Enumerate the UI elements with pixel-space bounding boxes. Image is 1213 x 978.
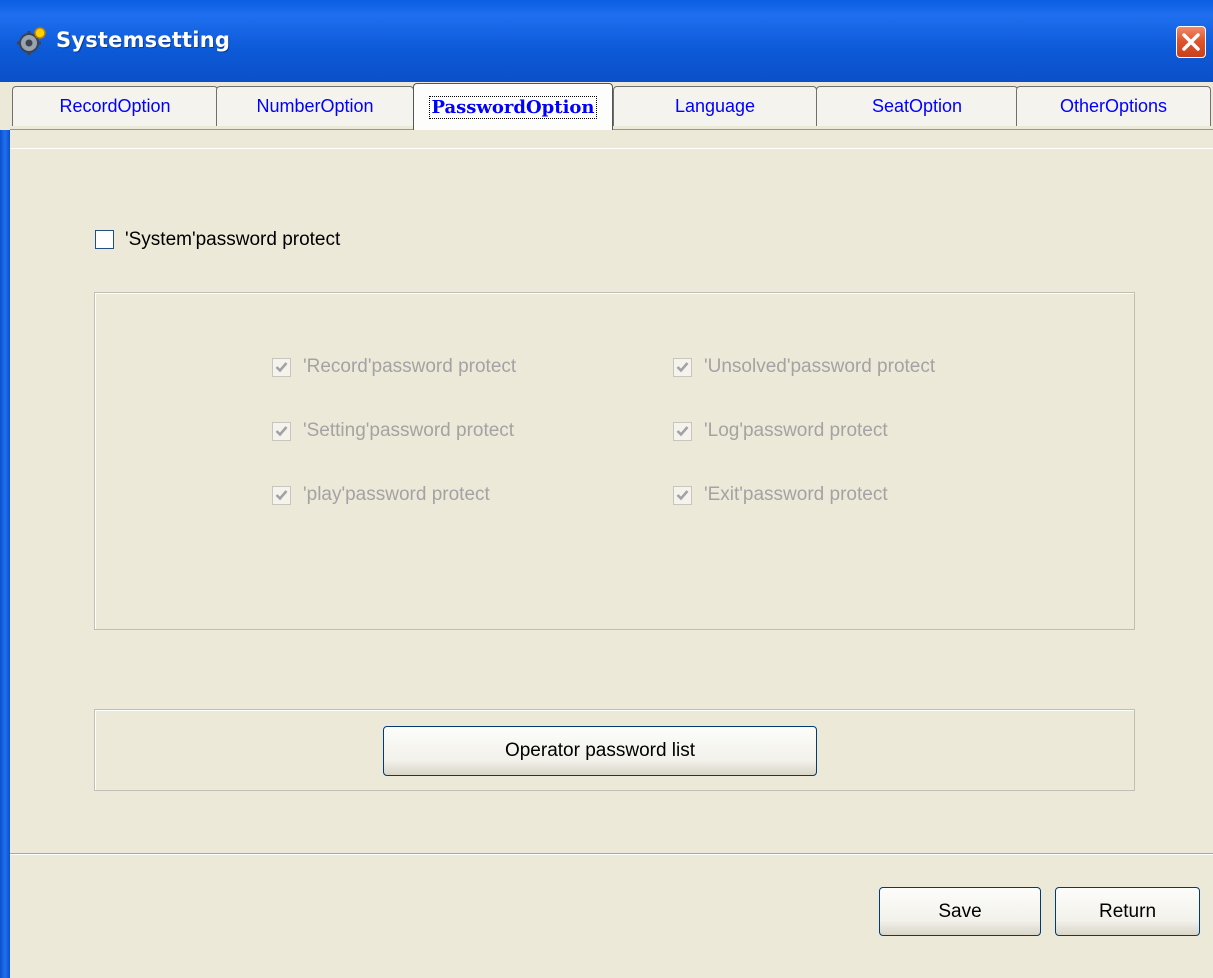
protect-options-group (94, 292, 1135, 630)
exit-protect-label: 'Exit'password protect (704, 484, 888, 505)
unsolved-protect-label: 'Unsolved'password protect (704, 356, 936, 377)
tab-seat-option[interactable]: SeatOption (816, 86, 1018, 126)
gear-icon (16, 26, 46, 56)
tab-label: RecordOption (59, 96, 171, 116)
check-icon (676, 490, 689, 501)
tab-label: Language (674, 96, 756, 116)
system-protect-label: 'System'password protect (125, 229, 341, 250)
footer-separator (10, 853, 1213, 855)
unsolved-protect-checkbox[interactable] (673, 358, 692, 377)
window-left-frame (0, 82, 10, 978)
return-button[interactable]: Return (1055, 887, 1200, 936)
log-protect-label: 'Log'password protect (704, 420, 888, 441)
tab-number-option[interactable]: NumberOption (216, 86, 414, 126)
save-button[interactable]: Save (879, 887, 1041, 936)
check-icon (676, 362, 689, 373)
record-protect-checkbox[interactable] (272, 358, 291, 377)
tab-record-option[interactable]: RecordOption (12, 86, 218, 126)
tab-label: PasswordOption (429, 95, 597, 119)
play-protect-checkbox[interactable] (272, 486, 291, 505)
check-icon (275, 426, 288, 437)
play-protect-label: 'play'password protect (303, 484, 490, 505)
log-protect-checkbox[interactable] (673, 422, 692, 441)
tab-label: SeatOption (871, 96, 963, 116)
close-icon (1182, 33, 1200, 51)
tab-password-option[interactable]: PasswordOption (413, 83, 613, 130)
check-icon (676, 426, 689, 437)
check-icon (275, 490, 288, 501)
systemsetting-window: Systemsetting RecordOption NumberOption … (0, 0, 1213, 978)
panel-divider (10, 148, 1213, 149)
tab-other-options[interactable]: OtherOptions (1016, 86, 1211, 126)
exit-protect-checkbox[interactable] (673, 486, 692, 505)
setting-protect-checkbox[interactable] (272, 422, 291, 441)
tab-language[interactable]: Language (613, 86, 817, 126)
tab-label: OtherOptions (1059, 96, 1168, 116)
close-button[interactable] (1176, 26, 1206, 58)
tab-label: NumberOption (256, 96, 374, 116)
system-protect-checkbox[interactable] (95, 230, 114, 249)
title-bar: Systemsetting (0, 0, 1213, 82)
operator-password-list-button[interactable]: Operator password list (383, 726, 817, 776)
window-title: Systemsetting (56, 28, 231, 52)
setting-protect-label: 'Setting'password protect (303, 420, 515, 441)
check-icon (275, 362, 288, 373)
record-protect-label: 'Record'password protect (303, 356, 517, 377)
